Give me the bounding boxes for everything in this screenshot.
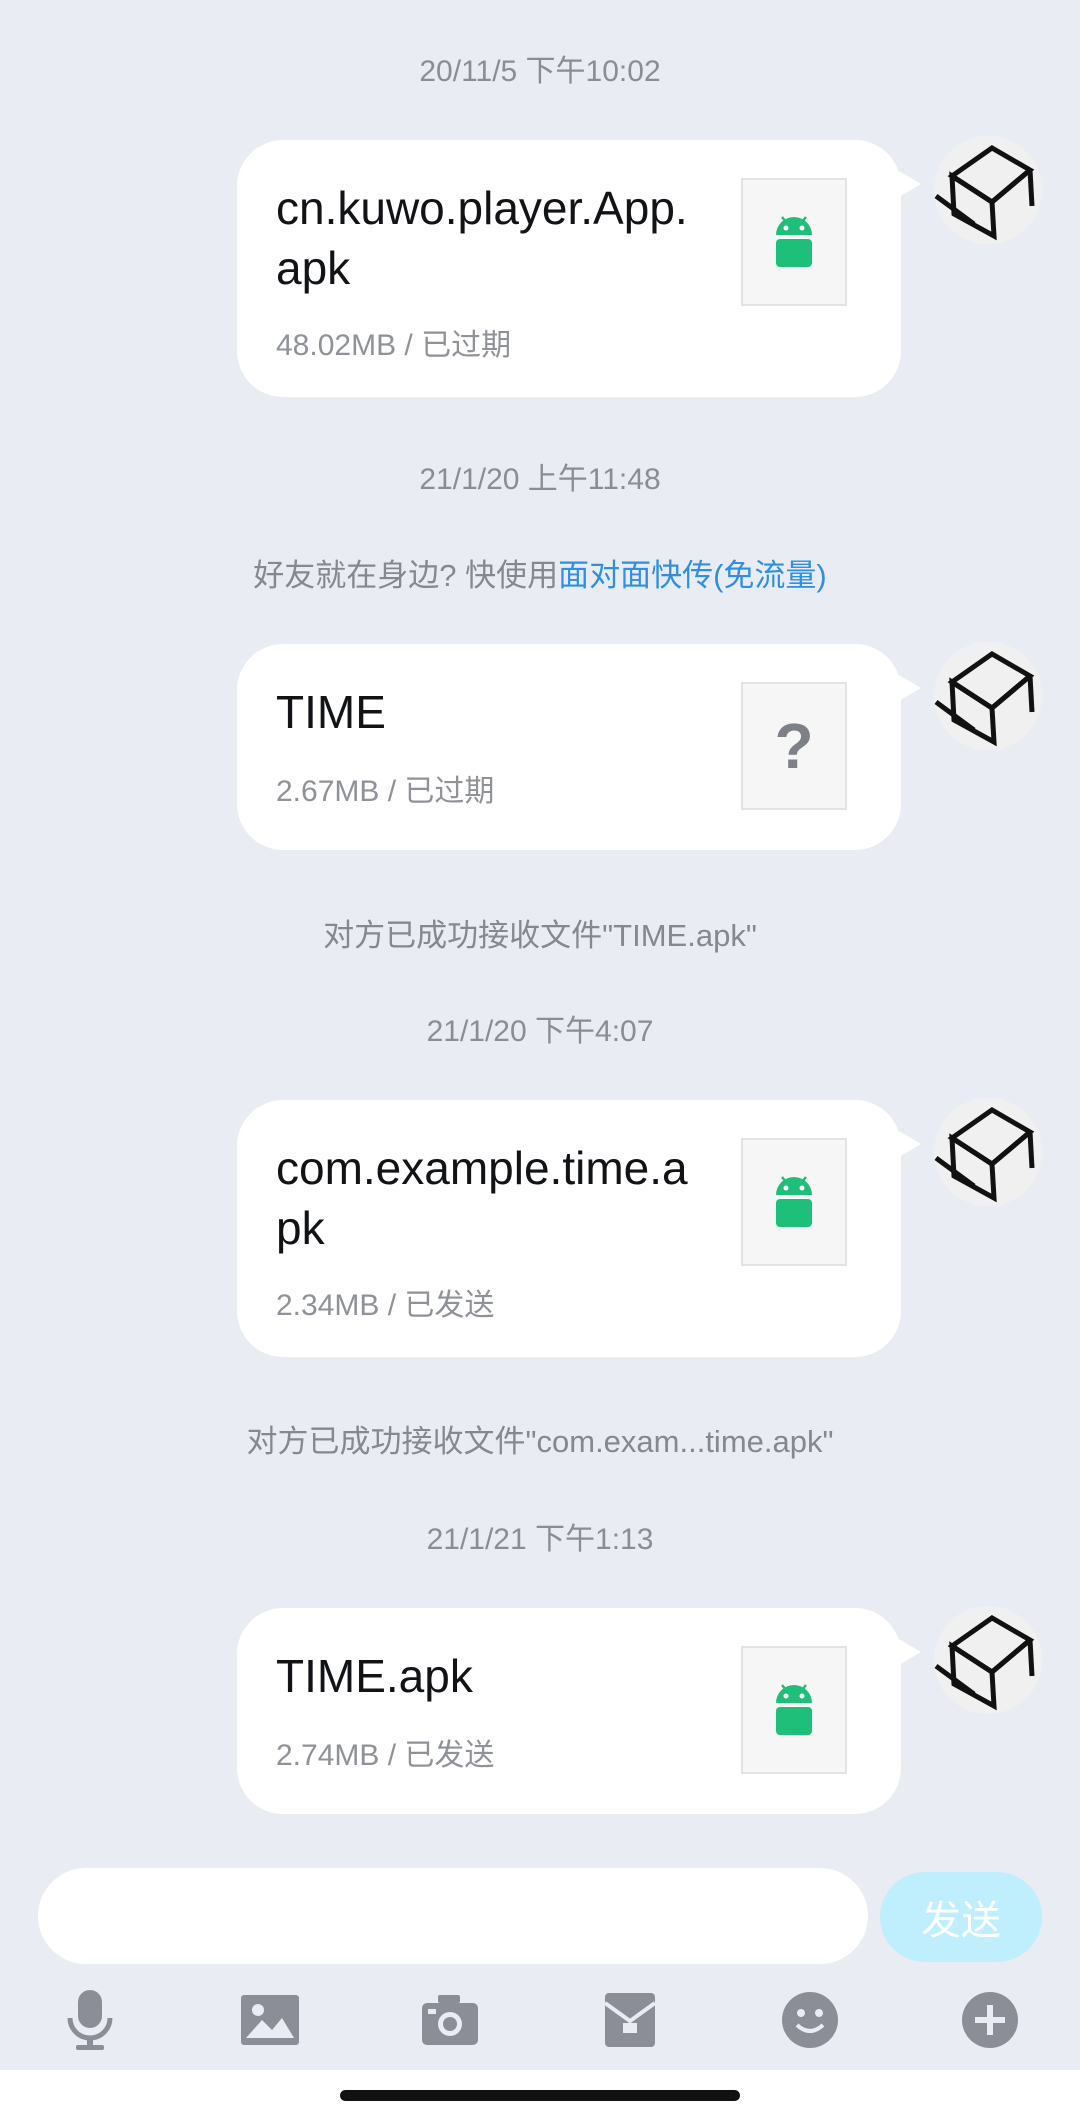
received-notice: 对方已成功接收文件"com.exam...time.apk" [246,1424,834,1459]
file-message[interactable]: TIME.apk 2.74MB / 已发送 [237,1608,921,1814]
file-meta: 2.34MB / 已发送 [276,1289,495,1322]
face-to-face-transfer-link[interactable]: 面对面快传(免流量) [558,558,827,593]
microphone-icon[interactable] [58,1988,122,2052]
file-name: cn.kuwo.player.App.apk [276,182,688,294]
home-indicator[interactable] [340,2090,740,2101]
timestamp: 21/1/21 下午1:13 [426,1523,654,1556]
file-box-icon[interactable] [598,1988,662,2052]
send-button[interactable]: 发送 [880,1872,1042,1962]
avatar[interactable] [934,136,1042,244]
file-meta: 48.02MB / 已过期 [276,329,512,362]
camera-icon[interactable] [418,1988,482,2052]
timestamp: 21/1/20 下午4:07 [426,1015,654,1048]
plus-icon[interactable] [958,1988,1022,2052]
hint-text: 好友就在身边? 快使用 [253,558,559,593]
android-icon [741,178,847,306]
unknown-file-icon: ? [741,682,847,810]
emoji-icon[interactable] [778,1988,842,2052]
message-input[interactable] [38,1868,868,1964]
file-message[interactable]: TIME 2.67MB / 已过期 ? [237,644,921,850]
avatar[interactable] [934,642,1042,750]
avatar[interactable] [934,1098,1042,1206]
android-icon [741,1646,847,1774]
file-message[interactable]: com.example.time.apk 2.34MB / 已发送 [237,1100,921,1357]
nearby-transfer-hint: 好友就在身边? 快使用面对面快传(免流量) [0,550,1080,595]
file-meta: 2.74MB / 已发送 [276,1739,495,1772]
timestamp: 21/1/20 上午11:48 [419,463,661,496]
file-name: TIME.apk [276,1650,473,1702]
file-meta: 2.67MB / 已过期 [276,775,495,808]
image-icon[interactable] [238,1988,302,2052]
android-icon [741,1138,847,1266]
file-name: TIME [276,686,386,738]
file-message[interactable]: cn.kuwo.player.App.apk 48.02MB / 已过期 [237,140,921,397]
received-notice: 对方已成功接收文件"TIME.apk" [323,918,757,953]
question-mark: ? [774,710,814,782]
avatar[interactable] [934,1606,1042,1714]
timestamp: 20/11/5 下午10:02 [419,55,661,88]
file-name: com.example.time.apk [276,1142,688,1254]
